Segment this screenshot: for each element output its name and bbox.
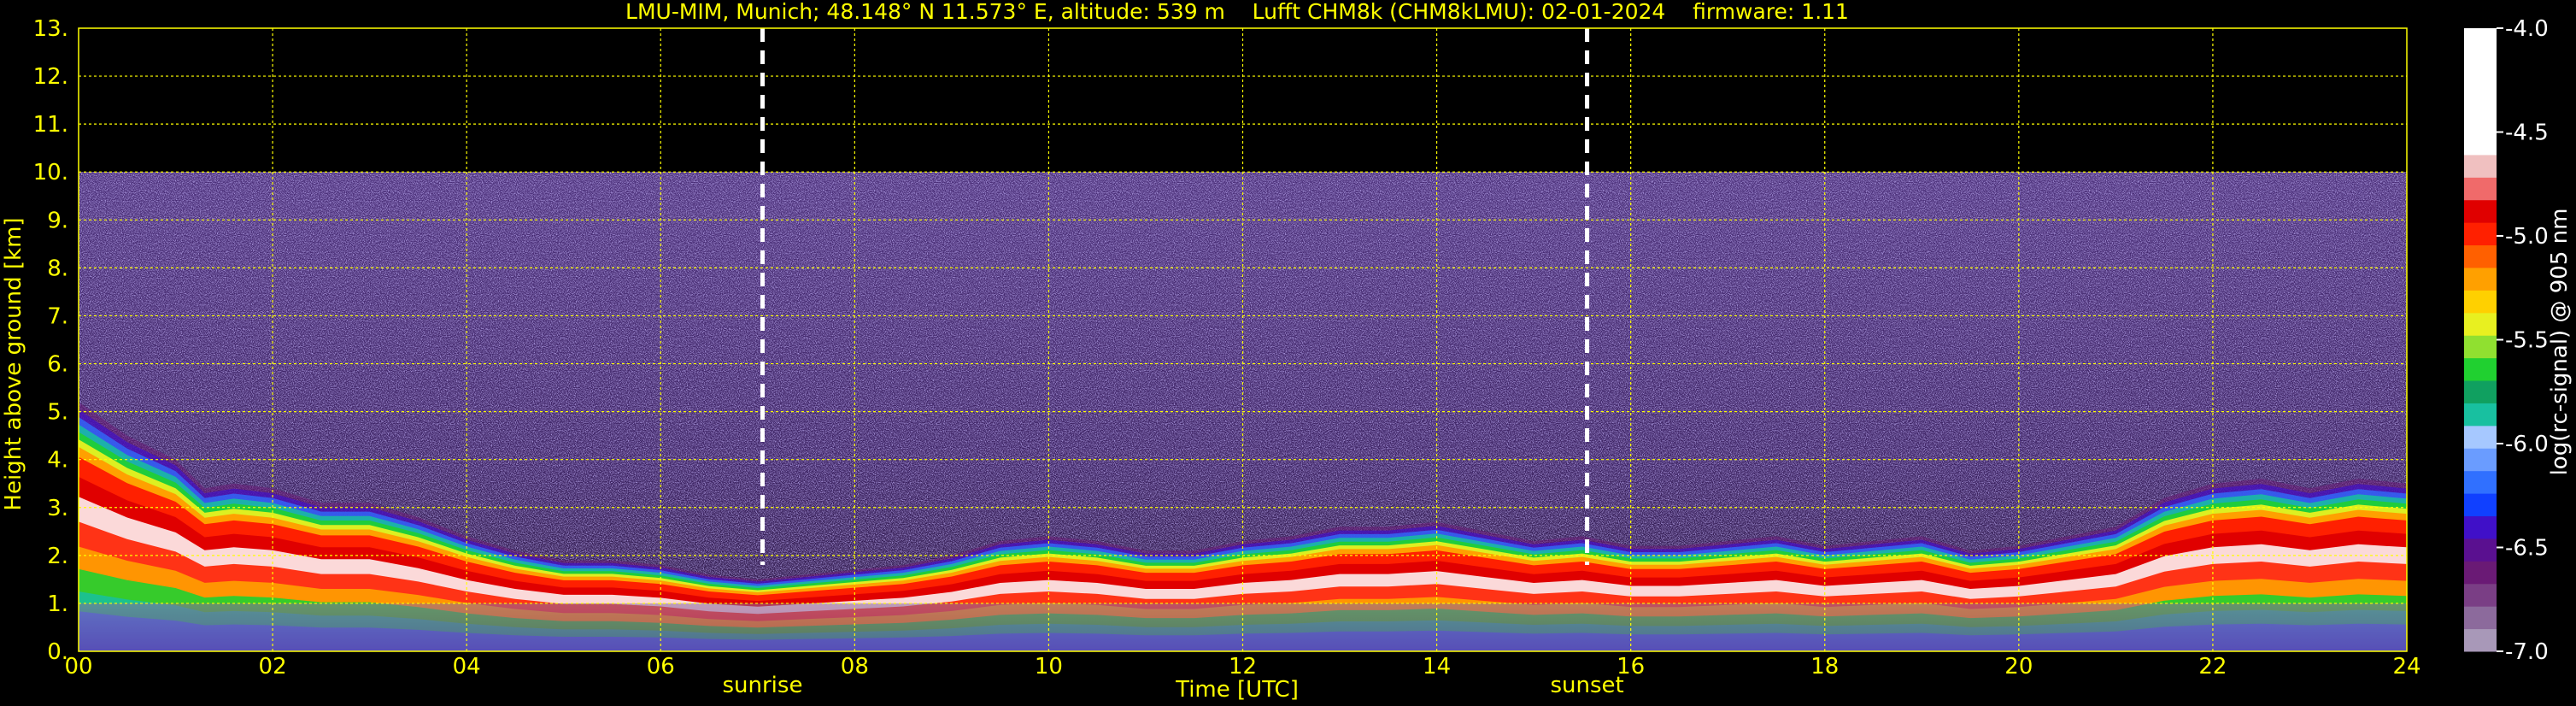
y-tick-label: 12. [33,64,68,90]
x-tick-label: 00 [64,654,92,680]
chart-title: LMU-MIM, Munich; 48.148° N 11.573° E, al… [625,0,1849,24]
ceilometer-chart: 0.1.2.3.4.5.6.7.8.9.10.11.12.13. 00 02 04 0… [1,0,2573,703]
colorbar-swatch [2464,515,2497,539]
colorbar-tick-label: -4.0 [2505,16,2549,42]
colorbar-tick-label: -7.0 [2505,639,2549,665]
x-axis-label: Time [UTC] [1175,677,1299,703]
sunrise-label: sunrise [722,673,802,698]
colorbar-swatch [2464,177,2497,201]
x-tick-label: 24 [2392,654,2421,680]
y-tick-label: 2. [47,544,68,569]
colorbar-swatch [2464,335,2497,359]
y-tick-label: 1. [47,591,68,617]
colorbar-swatch [2464,403,2497,427]
colorbar-swatch [2464,267,2497,291]
y-tick-label: 8. [47,256,68,281]
colorbar-swatch [2464,132,2497,156]
y-tick-label: 9. [47,208,68,233]
colorbar-swatch [2464,448,2497,472]
colorbar-tick-label: -5.5 [2505,328,2549,354]
colorbar-swatch [2464,561,2497,585]
y-tick-label: 11. [33,112,68,138]
colorbar-swatch [2464,606,2497,630]
colorbar-swatch [2464,290,2497,314]
y-axis-label: Height above ground [km] [1,217,26,510]
colorbar-swatch [2464,583,2497,607]
colorbar [2464,28,2497,652]
x-tick-label: 18 [1810,654,1839,680]
x-tick-label: 10 [1035,654,1063,680]
colorbar-swatch [2464,538,2497,562]
x-tick-label: 20 [2004,654,2033,680]
y-tick-label: 5. [47,400,68,426]
colorbar-swatch [2464,312,2497,336]
colorbar-swatch [2464,199,2497,223]
colorbar-swatch [2464,628,2497,652]
colorbar-swatch [2464,244,2497,268]
colorbar-label: log(rc-signal) @ 905 nm [2547,209,2573,476]
colorbar-swatch [2464,425,2497,449]
x-tick-label: 22 [2198,654,2227,680]
colorbar-swatch [2464,357,2497,381]
colorbar-tick-label: -5.0 [2505,224,2549,250]
colorbar-tick-label: -6.0 [2505,432,2549,457]
x-tick-label: 14 [1423,654,1451,680]
x-tick-labels: 00 02 04 06 08 10 12 14 16 18 20 22 24 [64,654,2421,680]
x-tick-label: 06 [647,654,675,680]
colorbar-tick-label: -6.5 [2505,536,2549,562]
y-tick-label: 7. [47,303,68,329]
y-tick-label: 13. [33,16,68,42]
y-tick-labels: 0.1.2.3.4.5.6.7.8.9.10.11.12.13. [33,16,68,665]
sunset-label: sunset [1550,673,1623,698]
colorbar-tick-label: -4.5 [2505,121,2549,146]
colorbar-swatch [2464,380,2497,403]
colorbar-swatch [2464,222,2497,246]
y-tick-label: 3. [47,496,68,521]
colorbar-swatch [2464,493,2497,517]
colorbar-swatch [2464,470,2497,494]
y-tick-label: 6. [47,352,68,378]
x-tick-label: 08 [841,654,869,680]
x-tick-label: 12 [1229,654,1257,680]
colorbar-swatch [2464,28,2497,132]
x-tick-label: 04 [453,654,481,680]
colorbar-tick-labels: -4.0 -4.5 -5.0 -5.5 -6.0 -6.5 -7.0 [2497,16,2549,665]
colorbar-swatch [2464,154,2497,178]
x-tick-label: 02 [259,654,287,680]
y-tick-label: 4. [47,448,68,474]
y-tick-label: 10. [33,160,68,185]
